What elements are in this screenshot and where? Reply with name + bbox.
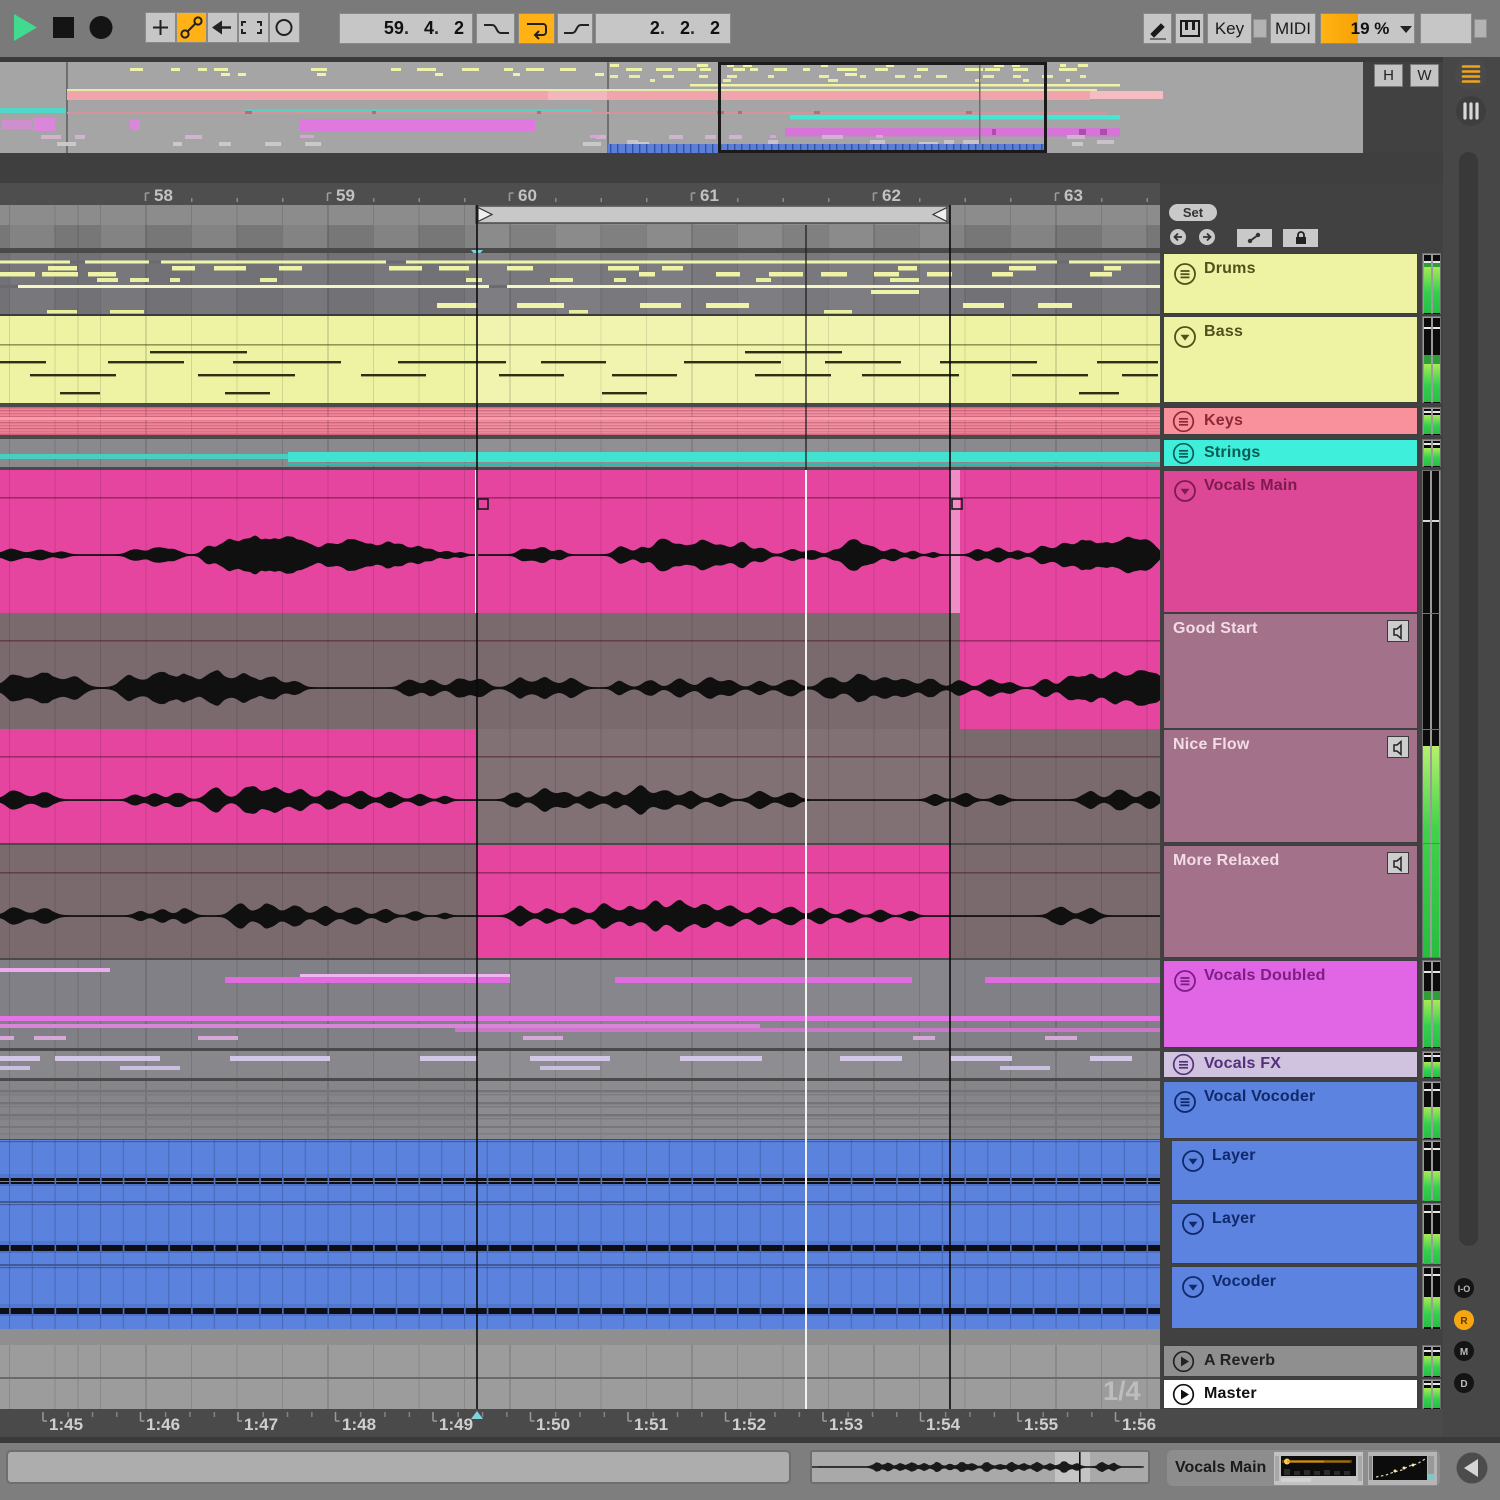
svg-text:62: 62 [882, 186, 901, 205]
svg-text:63: 63 [1064, 186, 1083, 205]
svg-text:1:48: 1:48 [342, 1415, 376, 1434]
svg-text:1:51: 1:51 [634, 1415, 668, 1434]
svg-text:1:47: 1:47 [244, 1415, 278, 1434]
svg-text:1:46: 1:46 [146, 1415, 180, 1434]
svg-text:1:56: 1:56 [1122, 1415, 1156, 1434]
svg-text:R: R [1460, 1316, 1468, 1327]
svg-text:1:45: 1:45 [49, 1415, 83, 1434]
svg-text:58: 58 [154, 186, 173, 205]
svg-text:1:55: 1:55 [1024, 1415, 1058, 1434]
svg-text:59: 59 [336, 186, 355, 205]
svg-text:D: D [1460, 1379, 1467, 1390]
svg-text:1:53: 1:53 [829, 1415, 863, 1434]
svg-text:61: 61 [700, 186, 719, 205]
svg-text:M: M [1460, 1347, 1468, 1358]
svg-text:1:50: 1:50 [536, 1415, 570, 1434]
svg-text:1:54: 1:54 [926, 1415, 961, 1434]
svg-text:1:52: 1:52 [732, 1415, 766, 1434]
svg-text:I-O: I-O [1458, 1284, 1471, 1294]
svg-text:1:49: 1:49 [439, 1415, 473, 1434]
svg-text:60: 60 [518, 186, 537, 205]
